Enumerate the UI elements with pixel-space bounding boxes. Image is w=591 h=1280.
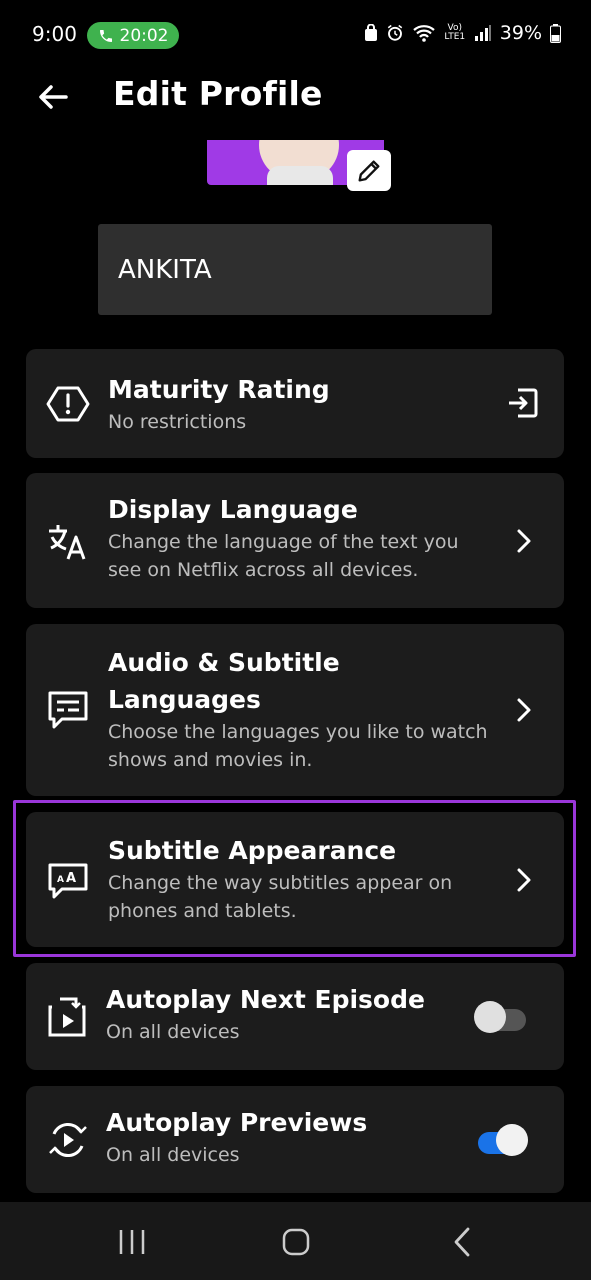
system-nav-bar	[0, 1202, 591, 1280]
alarm-icon	[387, 24, 402, 41]
pencil-icon	[358, 160, 380, 181]
translate-icon	[49, 525, 86, 560]
chevron-right-icon	[517, 529, 531, 553]
call-timer-pill[interactable]: 20:02	[87, 22, 179, 49]
recent-apps-icon[interactable]	[112, 1224, 152, 1260]
autoplay-previews-icon	[49, 1122, 87, 1158]
highlight-box	[13, 800, 576, 957]
back-arrow-icon[interactable]	[36, 80, 70, 114]
row-title: Display Language	[108, 495, 358, 524]
network-type: Vo) LTE1	[444, 23, 466, 42]
display-language-row[interactable]: Display Language Change the language of …	[26, 473, 564, 608]
audio-subtitle-languages-row[interactable]: Audio & Subtitle Languages Choose the la…	[26, 624, 564, 796]
autoplay-previews-row[interactable]: Autoplay Previews On all devices	[26, 1086, 564, 1193]
warning-hexagon-icon	[46, 386, 90, 422]
profile-name-input[interactable]: ANKITA	[98, 224, 492, 315]
status-icons: Vo) LTE1 39%	[364, 22, 561, 44]
avatar-character-body	[267, 166, 333, 185]
autoplay-previews-toggle[interactable]	[474, 1124, 528, 1156]
back-icon[interactable]	[442, 1224, 482, 1260]
toggle-knob	[474, 1001, 506, 1033]
row-subtitle: On all devices	[106, 1021, 240, 1043]
chevron-right-icon	[517, 698, 531, 722]
row-title: Autoplay Next Episode	[106, 985, 425, 1014]
signal-icon	[474, 25, 491, 41]
row-title: Autoplay Previews	[106, 1108, 368, 1137]
page-title: Edit Profile	[113, 74, 323, 113]
maturity-rating-row[interactable]: Maturity Rating No restrictions	[26, 349, 564, 458]
subtitles-icon	[48, 691, 88, 729]
call-timer: 20:02	[119, 25, 169, 46]
row-subtitle: Change the language of the text you see …	[108, 531, 459, 581]
home-icon[interactable]	[276, 1224, 316, 1260]
autoplay-next-toggle[interactable]	[474, 1001, 528, 1033]
autoplay-next-icon	[48, 997, 86, 1037]
status-time: 9:00	[32, 22, 77, 46]
toggle-knob	[496, 1124, 528, 1156]
open-external-icon	[509, 388, 538, 418]
battery-icon	[550, 23, 561, 43]
status-bar: 9:00 20:02 Vo) LTE1 39%	[0, 0, 591, 70]
row-subtitle: On all devices	[106, 1144, 240, 1166]
row-title: Audio & Subtitle Languages	[108, 648, 340, 714]
wifi-icon	[413, 25, 435, 42]
secure-folder-icon	[364, 24, 377, 41]
row-title: Maturity Rating	[108, 375, 330, 404]
autoplay-next-episode-row[interactable]: Autoplay Next Episode On all devices	[26, 963, 564, 1070]
row-subtitle: No restrictions	[108, 411, 247, 433]
row-subtitle: Choose the languages you like to watch s…	[108, 721, 488, 771]
battery-percent: 39%	[499, 22, 542, 44]
phone-icon	[99, 29, 112, 42]
edit-avatar-button[interactable]	[347, 150, 391, 191]
